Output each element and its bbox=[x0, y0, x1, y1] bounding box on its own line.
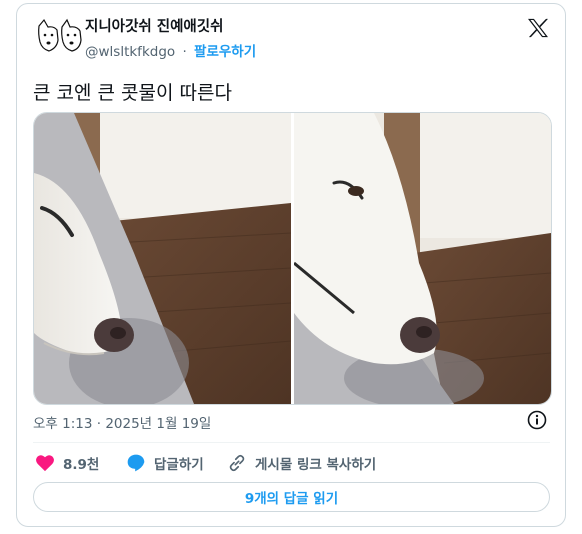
tweet-card: 지니아갓쉬 진예애깃쉬 @wlsltkfkdgo · 팔로우하기 큰 코엔 큰 … bbox=[16, 3, 566, 527]
reply-bubble-icon bbox=[127, 454, 145, 472]
heart-icon bbox=[36, 455, 54, 472]
reply-label: 답글하기 bbox=[154, 457, 204, 473]
like-button[interactable]: 8.9천 bbox=[35, 452, 99, 474]
media-grid bbox=[33, 112, 552, 405]
handle-row: @wlsltkfkdgo · 팔로우하기 bbox=[85, 40, 256, 60]
copy-link-button[interactable]: 게시물 링크 복사하기 bbox=[227, 452, 376, 474]
copy-link-label: 게시물 링크 복사하기 bbox=[255, 457, 377, 473]
reply-button[interactable]: 답글하기 bbox=[126, 452, 204, 474]
like-count: 8.9천 bbox=[63, 457, 100, 473]
timestamp[interactable]: 오후 1:13 · 2025년 1월 19일 bbox=[33, 412, 211, 432]
avatar[interactable] bbox=[35, 18, 85, 58]
x-logo-icon[interactable] bbox=[527, 18, 549, 38]
separator-dot: · bbox=[182, 44, 187, 60]
handle[interactable]: @wlsltkfkdgo bbox=[85, 44, 175, 60]
dog-photo-right[interactable] bbox=[294, 113, 551, 404]
read-replies-button[interactable]: 9개의 답글 읽기 bbox=[33, 482, 550, 512]
link-icon bbox=[229, 454, 245, 472]
dog-photo-left[interactable] bbox=[34, 113, 291, 404]
tweet-text: 큰 코엔 큰 콧물이 따른다 bbox=[33, 82, 232, 104]
divider bbox=[33, 442, 550, 443]
follow-button[interactable]: 팔로우하기 bbox=[194, 44, 256, 60]
info-icon[interactable] bbox=[527, 410, 547, 430]
display-name[interactable]: 지니아갓쉬 진예애깃쉬 bbox=[85, 15, 223, 36]
